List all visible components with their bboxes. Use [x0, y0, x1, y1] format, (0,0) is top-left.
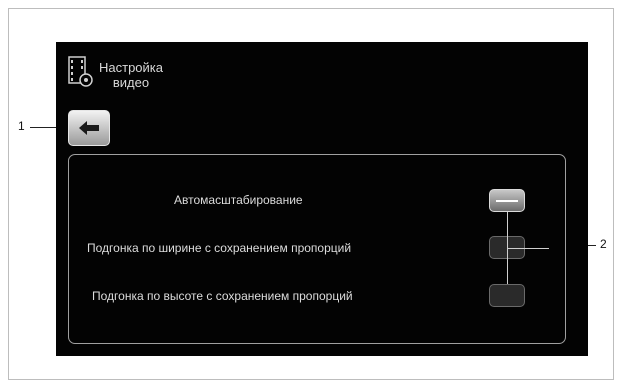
- screen-header: Настройка видео: [68, 56, 163, 90]
- page-title: Настройка видео: [99, 60, 163, 90]
- page-title-line1: Настройка: [99, 60, 163, 75]
- back-button[interactable]: [68, 110, 110, 146]
- callout-label-1: 1: [18, 119, 25, 133]
- option-label-fit-height: Подгонка по высоте с сохранением пропорц…: [92, 289, 353, 303]
- arrow-left-icon: [79, 121, 99, 135]
- callout-label-2: 2: [600, 237, 607, 251]
- video-options-panel: Автомасштабирование Подгонка по ширине с…: [68, 154, 566, 344]
- option-label-autoscale: Автомасштабирование: [174, 193, 303, 207]
- callout-bracket-branch: [507, 248, 549, 249]
- device-screen: Настройка видео Автомасштабирование Подг…: [56, 42, 588, 356]
- toggle-autoscale[interactable]: [489, 189, 525, 212]
- toggle-fit-height[interactable]: [489, 284, 525, 307]
- option-label-fit-width: Подгонка по ширине с сохранением пропорц…: [87, 241, 352, 255]
- video-settings-icon: [68, 56, 93, 87]
- page-title-line2: видео: [112, 75, 150, 90]
